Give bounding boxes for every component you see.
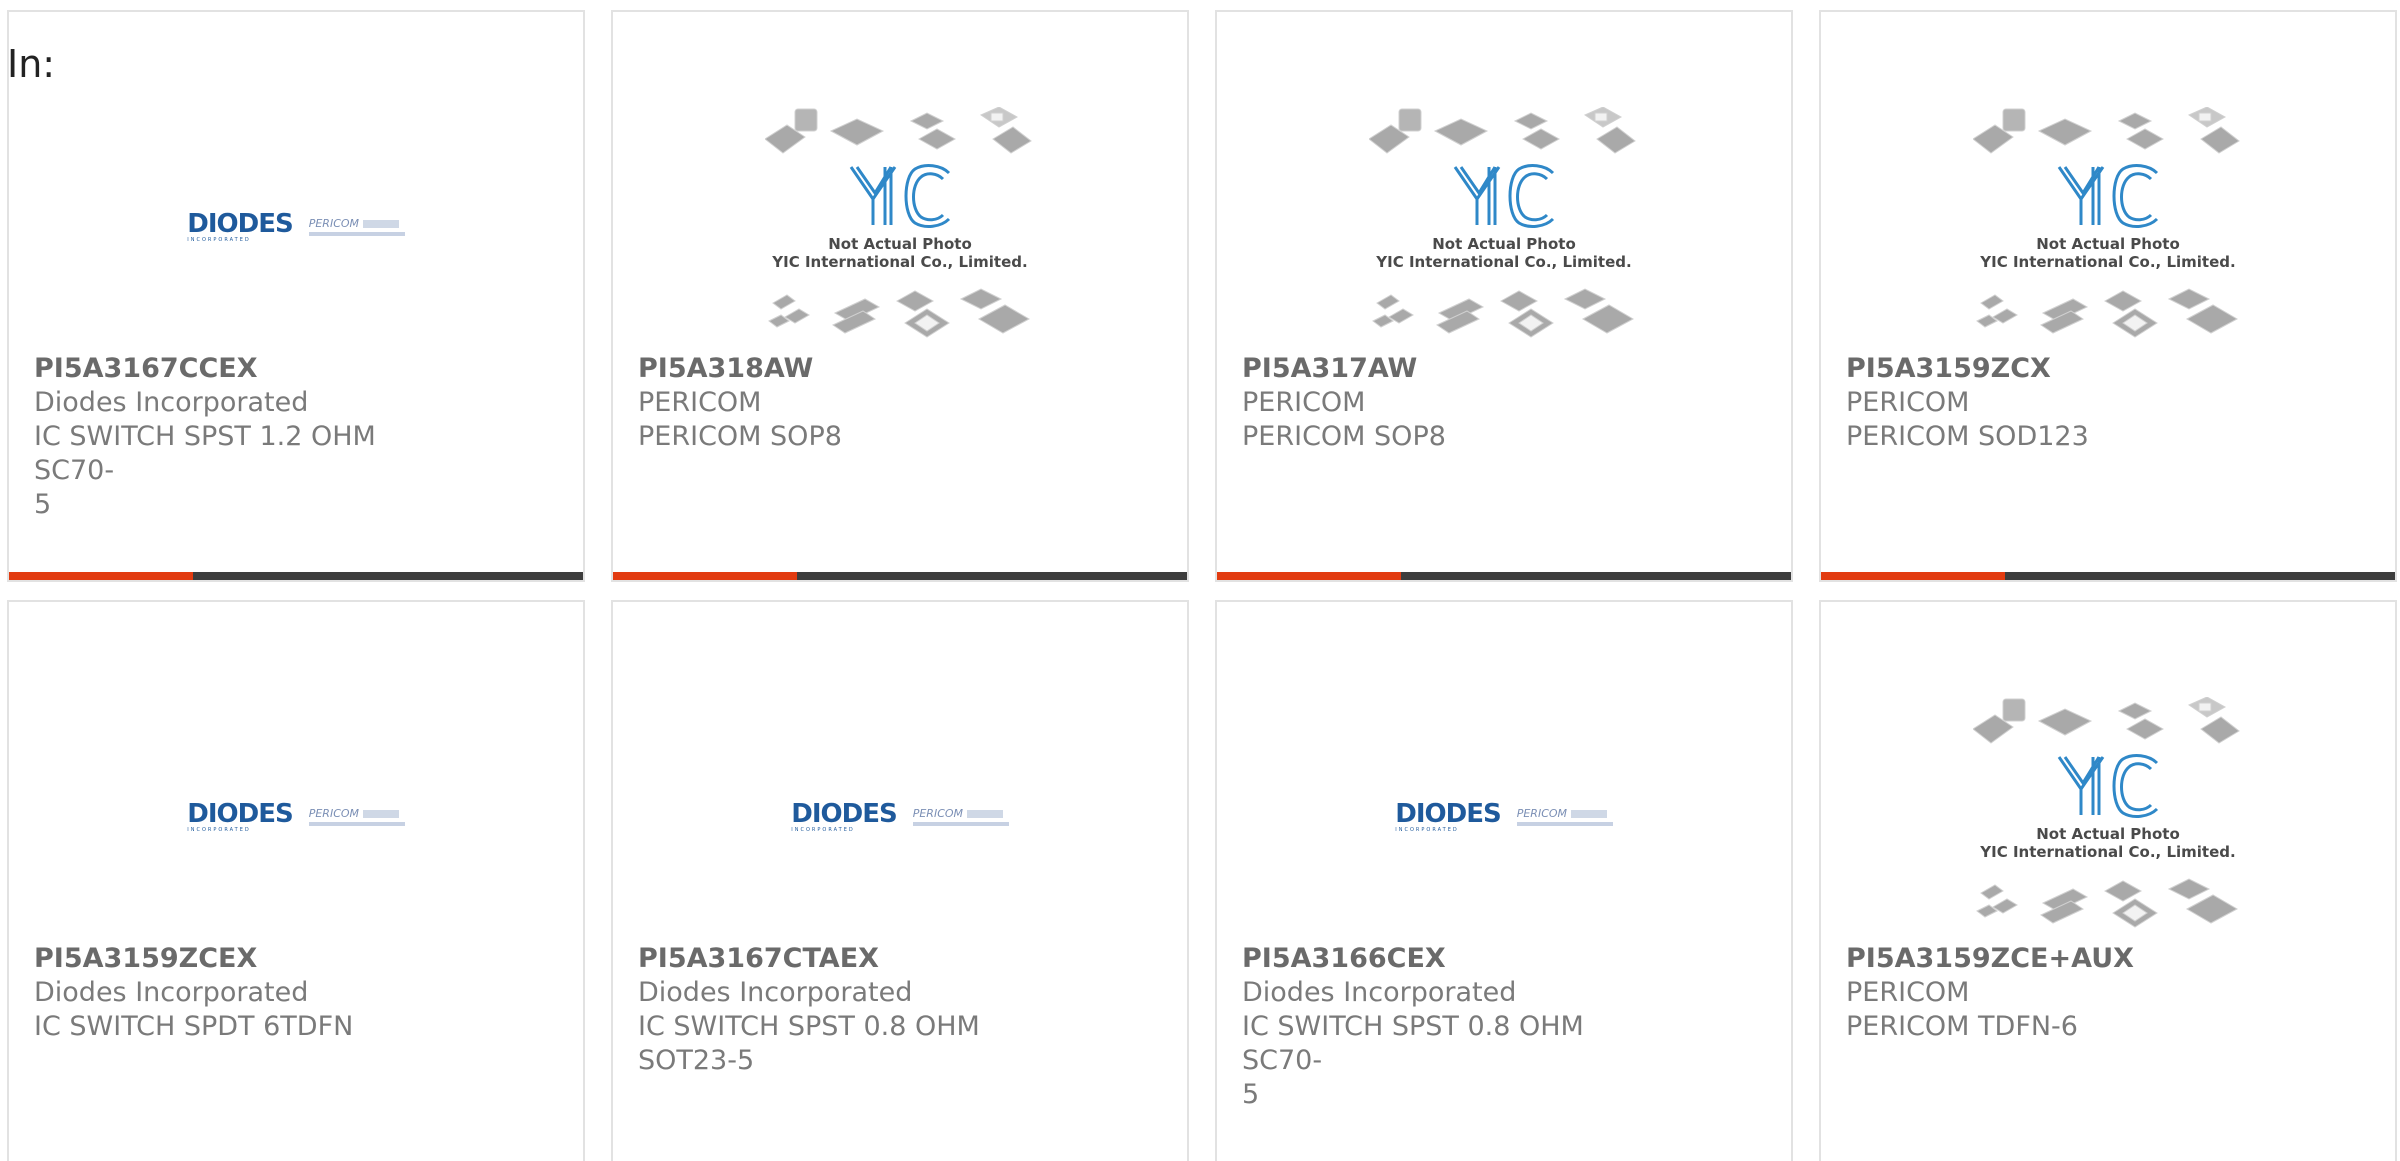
- product-card[interactable]: Not Actual Photo YIC International Co., L…: [1819, 600, 2397, 1161]
- product-info: PI5A3166CEX Diodes Incorporated IC SWITC…: [1242, 942, 1672, 1112]
- product-grid: DIODES INCORPORATED PERICOM PI5A3167CCEX …: [0, 0, 2400, 1161]
- manufacturer: Diodes Incorporated: [1242, 977, 1517, 1008]
- manufacturer: Diodes Incorporated: [34, 387, 309, 418]
- manufacturer: PERICOM: [1846, 387, 1970, 418]
- description-cont: SOT23-5: [638, 1045, 755, 1076]
- manufacturer: PERICOM: [1846, 977, 1970, 1008]
- product-image: Not Actual Photo YIC International Co., L…: [1821, 692, 2395, 942]
- product-card[interactable]: Not Actual Photo YIC International Co., L…: [1215, 10, 1793, 582]
- product-image: Not Actual Photo YIC International Co., L…: [613, 102, 1187, 352]
- product-info: PI5A317AW PERICOM PERICOM SOP8: [1242, 352, 1672, 454]
- product-image: Not Actual Photo YIC International Co., L…: [1821, 102, 2395, 352]
- part-number[interactable]: PI5A3167CTAEX: [638, 942, 1068, 976]
- product-card[interactable]: DIODES INCORPORATED PERICOM PI5A3166CEX D…: [1215, 600, 1793, 1161]
- product-image: DIODES INCORPORATED PERICOM: [1217, 692, 1791, 942]
- card-bottom-bar: [9, 572, 583, 580]
- description: IC SWITCH SPST 1.2 OHM SC70-: [34, 421, 376, 486]
- placeholder-company: YIC International Co., Limited.: [1980, 843, 2236, 861]
- product-info: PI5A3167CTAEX Diodes Incorporated IC SWI…: [638, 942, 1068, 1078]
- description: IC SWITCH SPDT 6TDFN: [34, 1011, 354, 1042]
- card-bottom-bar: [613, 572, 1187, 580]
- placeholder-text: Not Actual Photo: [2036, 825, 2180, 843]
- placeholder-company: YIC International Co., Limited.: [772, 253, 1028, 271]
- yic-placeholder-image: Not Actual Photo YIC International Co., L…: [1973, 107, 2243, 347]
- product-image: DIODES INCORPORATED PERICOM: [613, 692, 1187, 942]
- page: In: DIODES INCORPORATED PERICOM PI5A3167C…: [0, 0, 2400, 1161]
- manufacturer: Diodes Incorporated: [638, 977, 913, 1008]
- card-bottom-bar: [1217, 572, 1791, 580]
- product-info: PI5A3159ZCX PERICOM PERICOM SOD123: [1846, 352, 2276, 454]
- description-cont: 5: [34, 489, 52, 520]
- placeholder-text: Not Actual Photo: [1432, 235, 1576, 253]
- description: IC SWITCH SPST 0.8 OHM SC70-: [1242, 1011, 1584, 1076]
- product-card[interactable]: Not Actual Photo YIC International Co., L…: [1819, 10, 2397, 582]
- product-info: PI5A318AW PERICOM PERICOM SOP8: [638, 352, 1068, 454]
- product-info: PI5A3167CCEX Diodes Incorporated IC SWIT…: [34, 352, 464, 522]
- yic-placeholder-image: Not Actual Photo YIC International Co., L…: [1973, 697, 2243, 937]
- diodes-logo: DIODES INCORPORATED PERICOM: [187, 211, 405, 243]
- product-card[interactable]: DIODES INCORPORATED PERICOM PI5A3167CTAEX…: [611, 600, 1189, 1161]
- product-info: PI5A3159ZCE+AUX PERICOM PERICOM TDFN-6: [1846, 942, 2276, 1044]
- description-cont: 5: [1242, 1079, 1260, 1110]
- placeholder-company: YIC International Co., Limited.: [1980, 253, 2236, 271]
- part-number[interactable]: PI5A3159ZCE+AUX: [1846, 942, 2276, 976]
- product-image: Not Actual Photo YIC International Co., L…: [1217, 102, 1791, 352]
- diodes-logo: DIODES INCORPORATED PERICOM: [1395, 801, 1613, 833]
- placeholder-text: Not Actual Photo: [828, 235, 972, 253]
- product-card[interactable]: DIODES INCORPORATED PERICOM PI5A3167CCEX …: [7, 10, 585, 582]
- diodes-logo: DIODES INCORPORATED PERICOM: [791, 801, 1009, 833]
- yic-placeholder-image: Not Actual Photo YIC International Co., L…: [1369, 107, 1639, 347]
- product-card[interactable]: DIODES INCORPORATED PERICOM PI5A3159ZCEX …: [7, 600, 585, 1161]
- manufacturer: Diodes Incorporated: [34, 977, 309, 1008]
- product-image: DIODES INCORPORATED PERICOM: [9, 692, 583, 942]
- manufacturer: PERICOM: [1242, 387, 1366, 418]
- part-number[interactable]: PI5A3159ZCEX: [34, 942, 464, 976]
- product-card[interactable]: Not Actual Photo YIC International Co., L…: [611, 10, 1189, 582]
- yic-placeholder-image: Not Actual Photo YIC International Co., L…: [765, 107, 1035, 347]
- description: PERICOM SOP8: [1242, 421, 1446, 452]
- description: IC SWITCH SPST 0.8 OHM: [638, 1011, 980, 1042]
- part-number[interactable]: PI5A3159ZCX: [1846, 352, 2276, 386]
- placeholder-text: Not Actual Photo: [2036, 235, 2180, 253]
- part-number[interactable]: PI5A317AW: [1242, 352, 1672, 386]
- product-info: PI5A3159ZCEX Diodes Incorporated IC SWIT…: [34, 942, 464, 1044]
- description: PERICOM SOD123: [1846, 421, 2089, 452]
- part-number[interactable]: PI5A318AW: [638, 352, 1068, 386]
- description: PERICOM TDFN-6: [1846, 1011, 2078, 1042]
- card-bottom-bar: [1821, 572, 2395, 580]
- part-number[interactable]: PI5A3167CCEX: [34, 352, 464, 386]
- product-image: DIODES INCORPORATED PERICOM: [9, 102, 583, 352]
- diodes-logo: DIODES INCORPORATED PERICOM: [187, 801, 405, 833]
- description: PERICOM SOP8: [638, 421, 842, 452]
- placeholder-company: YIC International Co., Limited.: [1376, 253, 1632, 271]
- manufacturer: PERICOM: [638, 387, 762, 418]
- in-label: In:: [7, 42, 56, 86]
- part-number[interactable]: PI5A3166CEX: [1242, 942, 1672, 976]
